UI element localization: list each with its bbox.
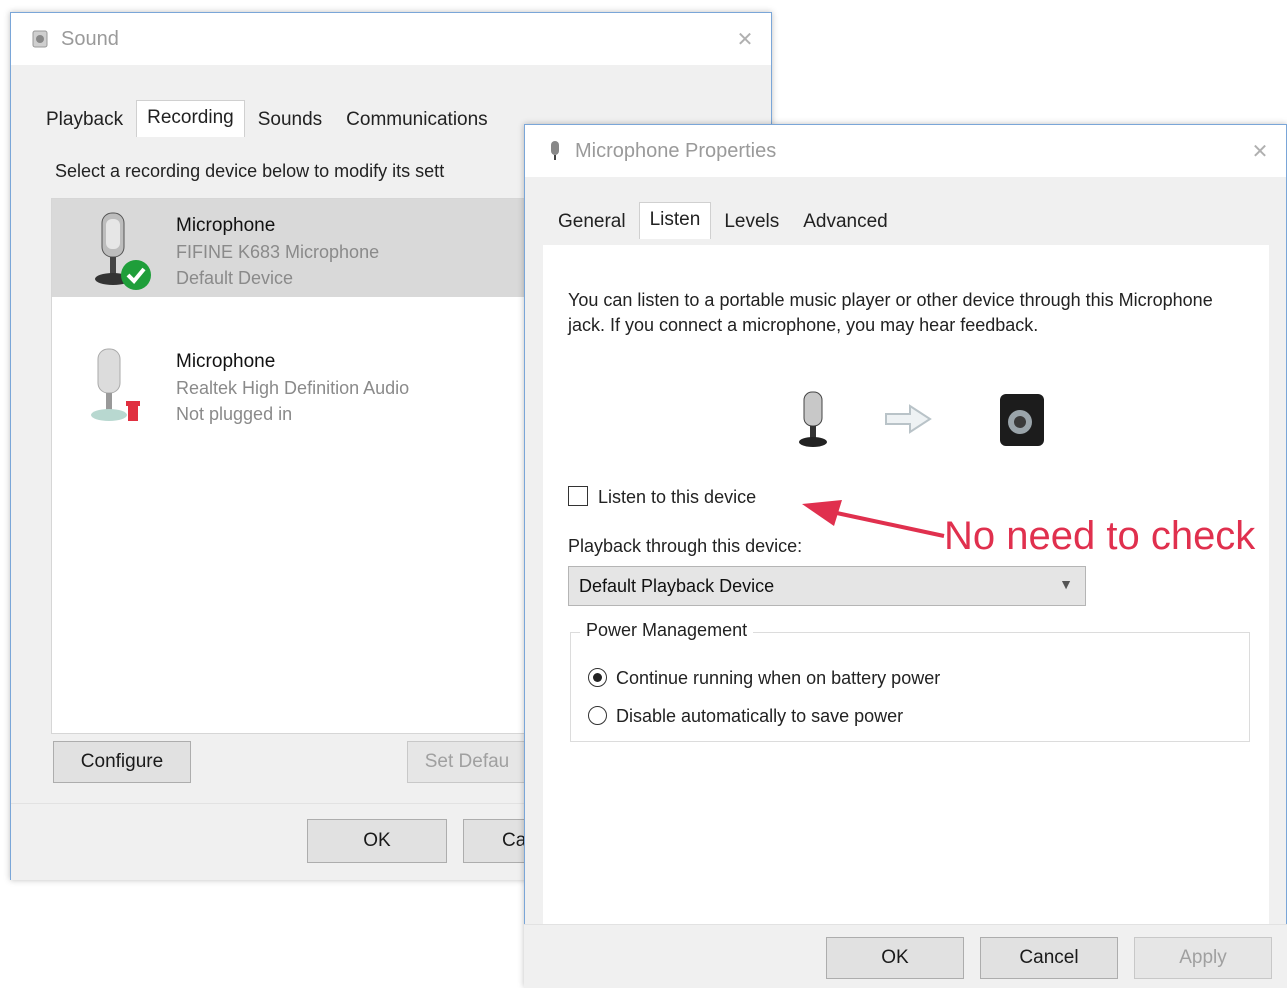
tab-playback[interactable]: Playback [35, 102, 135, 136]
playback-device-select[interactable]: Default Playback Device ▼ [568, 566, 1086, 606]
tab-recording[interactable]: Recording [136, 100, 245, 137]
configure-button[interactable]: Configure [53, 741, 191, 783]
close-icon[interactable]: ✕ [1248, 139, 1272, 164]
listen-checkbox[interactable] [568, 486, 588, 506]
listen-description: You can listen to a portable music playe… [568, 290, 1213, 335]
close-icon[interactable]: ✕ [733, 27, 757, 52]
unplugged-icon [128, 405, 138, 421]
microphone-icon [551, 141, 559, 160]
device-status: Default Device [176, 268, 294, 288]
sound-titlebar: Sound ✕ [11, 13, 771, 65]
arrow-right-icon [885, 404, 932, 434]
properties-tabs: General Listen Levels Advanced [547, 201, 901, 239]
sound-window-title: Sound [61, 27, 119, 50]
power-management-title: Power Management [580, 620, 754, 641]
tab-communications[interactable]: Communications [335, 102, 499, 136]
ok-button[interactable]: OK [307, 819, 447, 863]
speaker-icon [1000, 394, 1044, 446]
device-text: Microphone Realtek High Definition Audio… [176, 349, 409, 427]
chevron-down-icon: ▼ [1059, 576, 1073, 592]
device-list-item[interactable]: Microphone Realtek High Definition Audio… [52, 335, 570, 433]
tab-levels[interactable]: Levels [713, 204, 791, 238]
speaker-icon [32, 30, 48, 48]
ok-button[interactable]: OK [826, 937, 964, 979]
apply-button[interactable]: Apply [1134, 937, 1272, 979]
tab-sounds[interactable]: Sounds [246, 102, 334, 136]
default-check-icon [121, 260, 151, 290]
instruction-text: Select a recording device below to modif… [55, 161, 445, 181]
device-list: Microphone FIFINE K683 Microphone Defaul… [51, 198, 571, 734]
device-status: Not plugged in [176, 404, 293, 424]
microphone-icon [799, 391, 827, 447]
properties-titlebar: Microphone Properties ✕ [525, 125, 1286, 177]
continue-running-radio[interactable] [588, 668, 607, 687]
device-list-item[interactable]: Microphone FIFINE K683 Microphone Defaul… [52, 199, 570, 297]
annotation-arrow-icon [802, 500, 945, 538]
tab-general[interactable]: General [547, 204, 637, 238]
device-name: Microphone [176, 215, 276, 236]
microphone-icon [91, 348, 140, 421]
tab-advanced[interactable]: Advanced [792, 204, 899, 238]
microphone-icon [95, 212, 151, 290]
properties-window-title: Microphone Properties [575, 139, 777, 162]
disable-automatically-radio[interactable] [588, 706, 607, 725]
disable-automatically-label[interactable]: Disable automatically to save power [616, 706, 903, 727]
cancel-button[interactable]: Cancel [980, 937, 1118, 979]
set-default-button[interactable]: Set Defau [407, 741, 527, 783]
playback-label: Playback through this device: [568, 536, 803, 556]
continue-running-label[interactable]: Continue running when on battery power [616, 668, 940, 689]
listen-checkbox-label[interactable]: Listen to this device [598, 487, 756, 508]
annotation-text: No need to check [944, 514, 1256, 558]
device-text: Microphone FIFINE K683 Microphone Defaul… [176, 213, 379, 291]
device-name: Microphone [176, 351, 276, 372]
device-model: Realtek High Definition Audio [176, 378, 410, 398]
sound-tabs: Playback Recording Sounds Communications [35, 99, 501, 137]
playback-device-value: Default Playback Device [579, 575, 775, 596]
tab-listen[interactable]: Listen [638, 202, 712, 239]
device-model: FIFINE K683 Microphone [176, 242, 380, 262]
